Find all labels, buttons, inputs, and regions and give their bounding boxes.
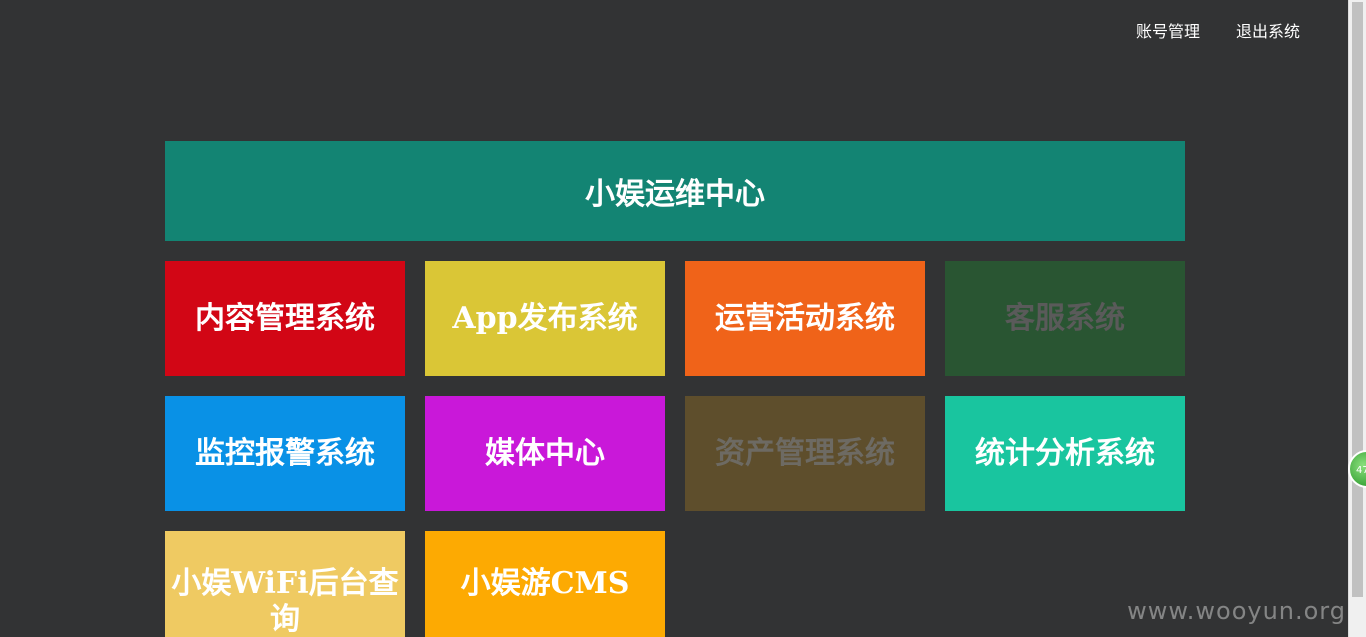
tile-asset-management[interactable]: 资产管理系统 (685, 396, 925, 511)
tile-media-center[interactable]: 媒体中心 (425, 396, 665, 511)
tile-operations-activity[interactable]: 运营活动系统 (685, 261, 925, 376)
banner-title: 小娱运维中心 (165, 141, 1185, 241)
tile-game-cms[interactable]: 小娱游CMS (425, 531, 665, 637)
tile-customer-service[interactable]: 客服系统 (945, 261, 1185, 376)
tile-content-management[interactable]: 内容管理系统 (165, 261, 405, 376)
page: 账号管理 退出系统 小娱运维中心 内容管理系统 App发布系统 运营活动系统 客… (0, 0, 1366, 637)
logout-link[interactable]: 退出系统 (1236, 18, 1300, 42)
scrollbar-thumb[interactable] (1352, 2, 1363, 597)
tile-statistics-analysis[interactable]: 统计分析系统 (945, 396, 1185, 511)
account-management-link[interactable]: 账号管理 (1136, 18, 1200, 42)
tile-app-release[interactable]: App发布系统 (425, 261, 665, 376)
watermark: www.wooyun.org (1127, 597, 1346, 625)
tile-wifi-backend-query[interactable]: 小娱WiFi后台查询 (165, 531, 405, 637)
vertical-scrollbar[interactable] (1348, 0, 1366, 637)
tile-monitoring-alarm[interactable]: 监控报警系统 (165, 396, 405, 511)
top-nav: 账号管理 退出系统 (1136, 18, 1300, 42)
